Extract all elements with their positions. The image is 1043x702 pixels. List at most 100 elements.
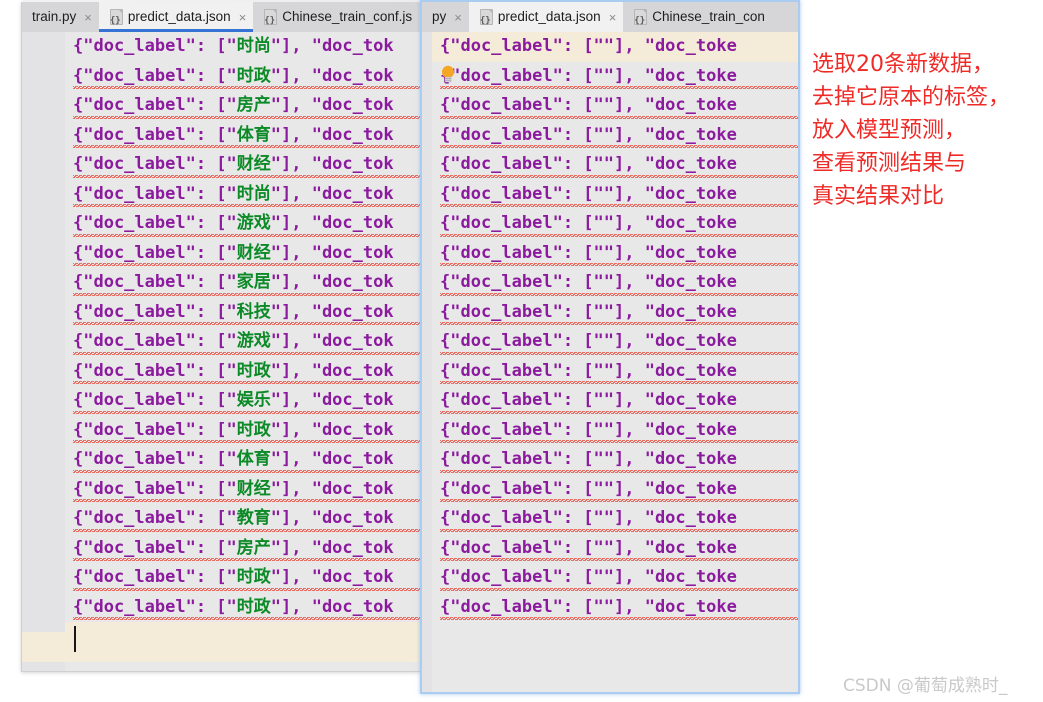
code-line[interactable]: {"doc_label": ["时政"], "doc_tok	[65, 416, 420, 446]
code-line[interactable]: {"doc_label": [""], "doc_toke	[432, 357, 798, 387]
tab-predict-data-json[interactable]: {} predict_data.json ×	[98, 2, 254, 32]
json-file-icon: {}	[479, 9, 493, 26]
code-token-suffix: "], "doc_toke	[603, 124, 737, 145]
code-line[interactable]: {"doc_label": ["科技"], "doc_tok	[65, 298, 420, 328]
code-line[interactable]: {"doc_label": [""], "doc_toke	[432, 593, 798, 623]
code-line[interactable]: {"doc_label": [""], "doc_toke	[432, 386, 798, 416]
tab-chinese-train-conf[interactable]: {} Chinese_train_conf.js	[253, 2, 419, 32]
code-token-suffix: "], "doc_toke	[603, 537, 737, 558]
code-token-label-value: 游戏	[236, 213, 271, 233]
code-token-key: {"doc_label": ["	[440, 478, 604, 499]
code-token-suffix: "], "doc_tok	[270, 360, 394, 381]
code-line[interactable]: {"doc_label": ["教育"], "doc_tok	[65, 504, 420, 534]
error-squiggle	[440, 558, 798, 561]
code-token-key: {"doc_label": ["	[73, 537, 237, 558]
code-token-key: {"doc_label": ["	[73, 508, 237, 528]
code-token-key: {"doc_label": ["	[73, 419, 237, 440]
code-line[interactable]: {"doc_label": ["财经"], "doc_tok	[65, 239, 420, 269]
tab-close-icon[interactable]: ×	[84, 11, 92, 24]
code-token-label-value: 房产	[236, 95, 271, 115]
tab-close-icon[interactable]: ×	[609, 11, 617, 24]
left-code-area[interactable]: {"doc_label": ["时尚"], "doc_tok {"doc_labe…	[65, 32, 420, 671]
code-line[interactable]: {"doc_label": ["时政"], "doc_tok	[65, 593, 420, 623]
left-editor-window: train.py × {} predict_data.json × {} Chi…	[21, 0, 421, 672]
tab-close-icon[interactable]: ×	[454, 11, 462, 24]
code-line[interactable]: {"doc_label": ["家居"], "doc_tok	[65, 268, 420, 298]
json-file-icon: {}	[633, 9, 648, 26]
code-line[interactable]: {"doc_label": [""], "doc_toke	[432, 121, 798, 151]
code-line[interactable]: {"doc_label": [""], "doc_toke	[432, 180, 798, 210]
error-squiggle	[73, 528, 420, 532]
error-squiggle	[440, 86, 798, 89]
code-line[interactable]: {"doc_label": ["时尚"], "doc_tok	[65, 180, 420, 210]
code-line[interactable]: {"doc_label": ["财经"], "doc_tok	[65, 150, 420, 180]
code-token-label-value: 时尚	[236, 36, 271, 56]
code-token-key: {"doc_label": ["	[73, 154, 237, 174]
code-token-suffix: "], "doc_tok	[270, 508, 394, 528]
code-token-label-value: 体育	[236, 449, 271, 469]
code-line[interactable]: {"doc_label": [""], "doc_toke	[432, 298, 798, 328]
error-squiggle	[73, 204, 420, 207]
code-token-label-value: 财经	[236, 154, 271, 174]
code-token-suffix: "], "doc_tok	[270, 390, 394, 410]
code-line[interactable]: {"doc_label": [""], "doc_toke	[432, 563, 798, 593]
code-token-suffix: "], "doc_toke	[603, 301, 737, 322]
code-line[interactable]: {"doc_label": ["娱乐"], "doc_tok	[65, 386, 420, 416]
code-line[interactable]: {"doc_label": ["时政"], "doc_tok	[65, 62, 420, 92]
code-line[interactable]: {"doc_label": [""], "doc_toke	[432, 268, 798, 298]
code-line[interactable]: {"doc_label": ["房产"], "doc_tok	[65, 534, 420, 564]
code-token-suffix: "], "doc_toke	[603, 478, 737, 499]
code-token-suffix: "], "doc_tok	[270, 272, 394, 292]
code-line[interactable]: {"doc_label": [""], "doc_toke	[432, 416, 798, 446]
code-line[interactable]: {"doc_label": [""], "doc_toke	[432, 239, 798, 269]
error-squiggle	[73, 410, 420, 414]
code-line[interactable]: {"doc_label": [""], "doc_toke	[432, 534, 798, 564]
code-line[interactable]: {"doc_label": ["体育"], "doc_tok	[65, 445, 420, 475]
code-line[interactable]: {"doc_label": [""], "doc_toke	[432, 32, 798, 62]
tab-close-icon[interactable]: ×	[239, 11, 247, 24]
code-token-suffix: "], "doc_toke	[603, 567, 737, 587]
error-squiggle	[440, 351, 798, 355]
tab-label: predict_data.json	[127, 9, 231, 25]
tab-label: Chinese_train_con	[652, 9, 765, 25]
code-token-key: {"doc_label": ["	[73, 95, 237, 115]
error-squiggle	[440, 381, 798, 384]
tab-predict-data-json[interactable]: {} predict_data.json ×	[468, 2, 624, 32]
code-line[interactable]: {"doc_label": ["时政"], "doc_tok	[65, 357, 420, 387]
code-line[interactable]: {"doc_label": ["财经"], "doc_tok	[65, 475, 420, 505]
code-line[interactable]: {"doc_label": [""], "doc_toke	[432, 475, 798, 505]
code-line[interactable]: {"doc_label": ["时尚"], "doc_tok	[65, 32, 420, 62]
code-line[interactable]: {"doc_label": [""], "doc_toke	[432, 62, 798, 92]
error-squiggle	[440, 263, 798, 266]
code-token-key: {"doc_label": ["	[440, 183, 604, 204]
lightbulb-icon[interactable]	[440, 65, 456, 85]
code-token-suffix: "], "doc_tok	[270, 242, 394, 263]
caret-line[interactable]	[65, 622, 420, 662]
code-line[interactable]: {"doc_label": [""], "doc_toke	[432, 445, 798, 475]
code-token-key: {"doc_label": ["	[440, 124, 604, 145]
code-line[interactable]: {"doc_label": ["时政"], "doc_tok	[65, 563, 420, 593]
tab-chinese-train-conf[interactable]: {} Chinese_train_con	[623, 2, 772, 32]
code-line[interactable]: {"doc_label": ["游戏"], "doc_tok	[65, 209, 420, 239]
right-editor-gutter[interactable]	[422, 32, 432, 692]
code-line[interactable]: {"doc_label": [""], "doc_toke	[432, 327, 798, 357]
tab-label: predict_data.json	[497, 9, 601, 25]
code-line[interactable]: {"doc_label": [""], "doc_toke	[432, 209, 798, 239]
code-line[interactable]: {"doc_label": [""], "doc_toke	[432, 504, 798, 534]
right-code-area[interactable]: {"doc_label": [""], "doc_toke {"doc_label…	[432, 32, 798, 692]
code-line[interactable]: {"doc_label": ["体育"], "doc_tok	[65, 121, 420, 151]
error-squiggle	[73, 351, 420, 355]
code-line[interactable]: {"doc_label": ["房产"], "doc_tok	[65, 91, 420, 121]
code-line[interactable]: {"doc_label": [""], "doc_toke	[432, 91, 798, 121]
code-token-label-value: 财经	[236, 242, 271, 263]
tab-py[interactable]: py ×	[422, 2, 469, 32]
error-squiggle	[440, 204, 798, 207]
error-squiggle	[73, 322, 420, 325]
tab-train-py[interactable]: train.py ×	[22, 2, 99, 32]
error-squiggle	[440, 233, 798, 237]
code-line[interactable]: {"doc_label": [""], "doc_toke	[432, 150, 798, 180]
left-editor-gutter[interactable]	[22, 32, 65, 671]
code-token-suffix: "], "doc_tok	[270, 449, 394, 469]
code-line[interactable]: {"doc_label": ["游戏"], "doc_tok	[65, 327, 420, 357]
code-token-label-value: 体育	[236, 124, 271, 145]
